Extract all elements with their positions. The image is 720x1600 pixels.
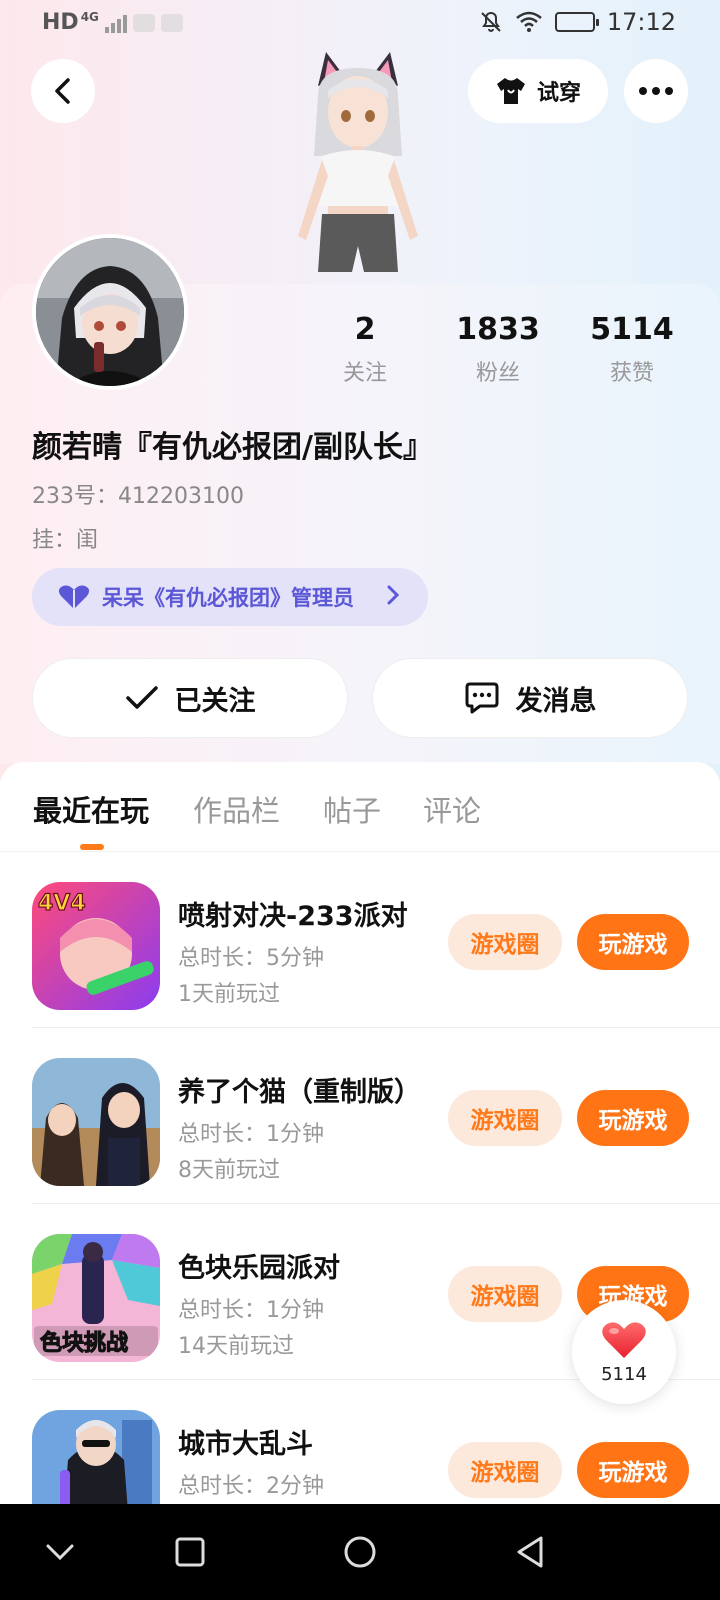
game-circle-button[interactable]: 游戏圈 — [448, 914, 562, 970]
nav-collapse-button[interactable] — [40, 1532, 80, 1572]
chevron-down-icon — [46, 1544, 74, 1561]
following-count: 2 — [354, 312, 376, 347]
play-game-button[interactable]: 玩游戏 — [577, 1442, 689, 1498]
hang-label: 挂：闺 — [32, 528, 99, 553]
stat-followers[interactable]: 1833 粉丝 — [443, 312, 553, 387]
message-button-label: 发消息 — [515, 685, 597, 717]
game-title: 养了个猫（重制版） — [178, 1077, 421, 1108]
play-game-button[interactable]: 玩游戏 — [577, 914, 689, 970]
status-right: 17:12 — [479, 8, 676, 36]
wifi-icon — [516, 11, 542, 32]
game-circle-button[interactable]: 游戏圈 — [448, 1090, 562, 1146]
clock: 17:12 — [606, 8, 676, 36]
game-title: 城市大乱斗 — [178, 1429, 313, 1460]
game-duration: 总时长：1分钟 — [178, 1122, 324, 1147]
role-badge[interactable]: 呆呆《有仇必报团》管理员 — [32, 568, 428, 626]
game-row[interactable]: 养了个猫（重制版） 总时长：1分钟 8天前玩过 游戏圈 玩游戏 — [0, 1028, 720, 1204]
tab-comments[interactable]: 评论 — [423, 788, 481, 830]
tab-works[interactable]: 作品栏 — [193, 788, 280, 830]
notification-gallery-icon — [160, 13, 183, 32]
status-bar: HD 4G 17:12 — [0, 0, 720, 48]
check-icon — [125, 686, 158, 709]
avatar-image — [36, 238, 184, 386]
game-duration: 总时长：5分钟 — [178, 946, 324, 971]
circle-home-icon — [344, 1536, 376, 1568]
heart-icon — [58, 585, 90, 609]
role-badge-label: 呆呆《有仇必报团》管理员 — [102, 586, 354, 610]
game-cover-image: 4V4 — [32, 882, 160, 1010]
user-id: 233号：412203100 — [32, 484, 244, 509]
game-duration: 总时长：2分钟 — [178, 1474, 324, 1499]
game-title: 喷射对决-233派对 — [178, 901, 408, 932]
more-button[interactable] — [624, 59, 688, 123]
game-row[interactable]: 4V4 喷射对决-233派对 总时长：5分钟 1天前玩过 游戏圈 玩游戏 — [0, 852, 720, 1028]
game-icon[interactable] — [32, 1058, 160, 1186]
follow-button-label: 已关注 — [174, 685, 256, 717]
game-icon[interactable]: 色块挑战 — [32, 1234, 160, 1362]
tshirt-icon — [496, 78, 525, 104]
square-icon — [175, 1537, 205, 1567]
likes-count: 5114 — [590, 312, 674, 347]
message-button[interactable]: 发消息 — [372, 658, 688, 738]
status-left: HD 4G — [42, 10, 183, 35]
stat-likes[interactable]: 5114 获赞 — [577, 312, 687, 387]
character-figure-image — [298, 52, 418, 272]
back-button[interactable] — [31, 59, 95, 123]
stat-following[interactable]: 2 关注 — [310, 312, 420, 387]
nav-recents-button[interactable] — [170, 1532, 210, 1572]
tab-indicator — [80, 844, 104, 850]
network-4g-label: 4G — [80, 9, 99, 24]
following-label: 关注 — [342, 361, 387, 386]
avatar[interactable] — [32, 234, 188, 390]
tab-posts[interactable]: 帖子 — [323, 788, 381, 830]
game-title: 色块乐园派对 — [178, 1253, 340, 1284]
system-nav-bar — [0, 1504, 720, 1600]
tab-recent-played[interactable]: 最近在玩 — [33, 788, 149, 830]
nav-home-button[interactable] — [340, 1532, 380, 1572]
game-last-played: 14天前玩过 — [178, 1334, 294, 1359]
like-count: 5114 — [601, 1363, 647, 1385]
chat-bubble-icon — [465, 682, 498, 714]
mute-bell-icon — [481, 11, 501, 32]
chevron-right-icon — [387, 585, 400, 605]
battery-icon — [554, 12, 599, 32]
followers-label: 粉丝 — [475, 361, 520, 386]
tryon-label: 试穿 — [536, 81, 581, 106]
followers-count: 1833 — [456, 312, 540, 347]
likes-label: 获赞 — [609, 361, 654, 386]
play-game-button[interactable]: 玩游戏 — [577, 1090, 689, 1146]
game-icon[interactable]: 4V4 — [32, 882, 160, 1010]
more-dots-icon — [639, 87, 673, 95]
chevron-left-icon — [55, 78, 70, 104]
game-cover-image: 色块挑战 — [32, 1234, 160, 1362]
triangle-back-icon — [517, 1536, 543, 1568]
signal-icon — [104, 13, 127, 33]
heart-like-icon — [602, 1321, 646, 1358]
game-icon-text: 色块挑战 — [40, 1330, 128, 1356]
game-cover-image — [32, 1058, 160, 1186]
nav-back-button[interactable] — [510, 1532, 550, 1572]
game-circle-button[interactable]: 游戏圈 — [448, 1266, 562, 1322]
notification-app-icon — [132, 13, 155, 32]
game-last-played: 8天前玩过 — [178, 1158, 280, 1183]
game-last-played: 1天前玩过 — [178, 982, 280, 1007]
tryon-button[interactable]: 试穿 — [468, 59, 608, 123]
game-duration: 总时长：1分钟 — [178, 1298, 324, 1323]
like-button[interactable]: 5114 — [572, 1300, 676, 1404]
network-hd-label: HD — [42, 10, 79, 35]
game-circle-button[interactable]: 游戏圈 — [448, 1442, 562, 1498]
follow-button[interactable]: 已关注 — [32, 658, 348, 738]
nickname: 颜若晴『有仇必报团/副队长』 — [32, 430, 433, 465]
game-icon-text: 4V4 — [38, 891, 86, 916]
